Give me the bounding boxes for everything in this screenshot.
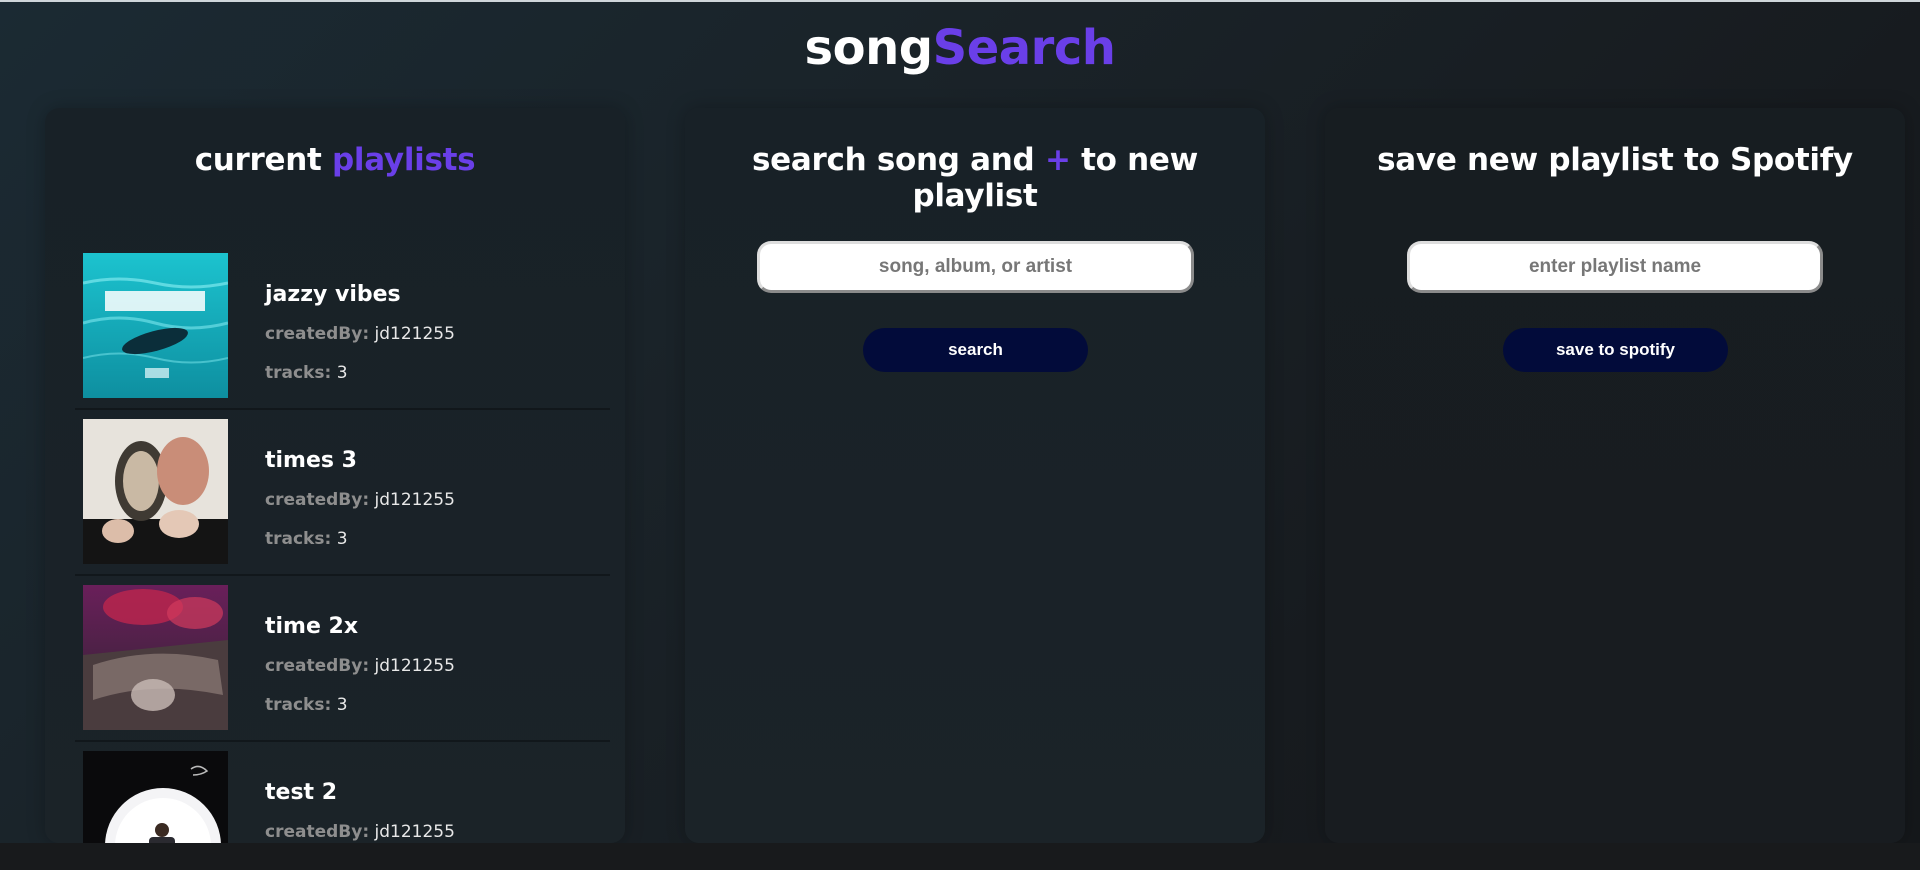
playlist-tracks: tracks: 3 <box>265 695 348 715</box>
playlist-created-by: createdBy: jd121255 <box>265 656 455 676</box>
playlist-created-by: createdBy: jd121255 <box>265 324 455 344</box>
created-by-label: createdBy: <box>265 656 370 676</box>
playlist-list: jazzy vibes createdBy: jd121255 tracks: … <box>75 244 610 843</box>
app-title-main: song <box>804 20 934 76</box>
playlist-created-by: createdBy: jd121255 <box>265 822 455 842</box>
album-cover-hands-icon[interactable] <box>83 419 228 564</box>
tracks-label: tracks: <box>265 529 332 549</box>
app-title-accent: Search <box>932 20 1116 76</box>
created-by-value: jd121255 <box>374 490 455 510</box>
playlist-tracks: tracks: 3 <box>265 529 348 549</box>
playlist-item[interactable]: jazzy vibes createdBy: jd121255 tracks: … <box>75 244 610 410</box>
save-panel-title: save new playlist to Spotify <box>1377 142 1853 178</box>
save-to-spotify-button[interactable]: save to spotify <box>1503 328 1728 372</box>
album-cover-the-water-icon[interactable] <box>83 253 228 398</box>
album-cover-spotlight-icon[interactable] <box>83 751 228 843</box>
playlist-name-input[interactable] <box>1407 241 1823 293</box>
playlist-item[interactable]: times 3 createdBy: jd121255 tracks: 3 <box>75 410 610 576</box>
search-button[interactable]: search <box>863 328 1088 372</box>
top-border <box>0 0 1920 2</box>
search-input[interactable] <box>757 241 1194 293</box>
tracks-label: tracks: <box>265 363 332 383</box>
tracks-label: tracks: <box>265 695 332 715</box>
playlist-name: time 2x <box>265 614 359 639</box>
created-by-value: jd121255 <box>374 656 455 676</box>
playlist-item[interactable]: test 2 createdBy: jd121255 <box>75 742 610 843</box>
search-panel: search song and + to new playlist search <box>685 108 1265 843</box>
app-title: songSearch <box>0 20 1920 76</box>
tracks-value: 3 <box>336 529 348 549</box>
playlists-panel: current playlists jazzy vibes createdBy:… <box>45 108 625 843</box>
playlist-item[interactable]: time 2x createdBy: jd121255 tracks: 3 <box>75 576 610 742</box>
playlist-tracks: tracks: 3 <box>265 363 348 383</box>
playlist-name: test 2 <box>265 780 338 805</box>
created-by-value: jd121255 <box>374 822 455 842</box>
search-panel-title: search song and + to new playlist <box>752 142 1198 214</box>
tracks-value: 3 <box>336 695 348 715</box>
album-cover-car-icon[interactable] <box>83 585 228 730</box>
playlist-name: times 3 <box>265 448 357 473</box>
created-by-value: jd121255 <box>374 324 455 344</box>
playlists-panel-title: current playlists <box>194 142 476 178</box>
tracks-value: 3 <box>336 363 348 383</box>
created-by-label: createdBy: <box>265 822 370 842</box>
created-by-label: createdBy: <box>265 324 370 344</box>
playlist-name: jazzy vibes <box>265 282 401 307</box>
created-by-label: createdBy: <box>265 490 370 510</box>
plus-icon: + <box>1044 142 1071 178</box>
save-panel: save new playlist to Spotify save to spo… <box>1325 108 1905 843</box>
playlist-created-by: createdBy: jd121255 <box>265 490 455 510</box>
bottom-bar <box>0 843 1920 870</box>
